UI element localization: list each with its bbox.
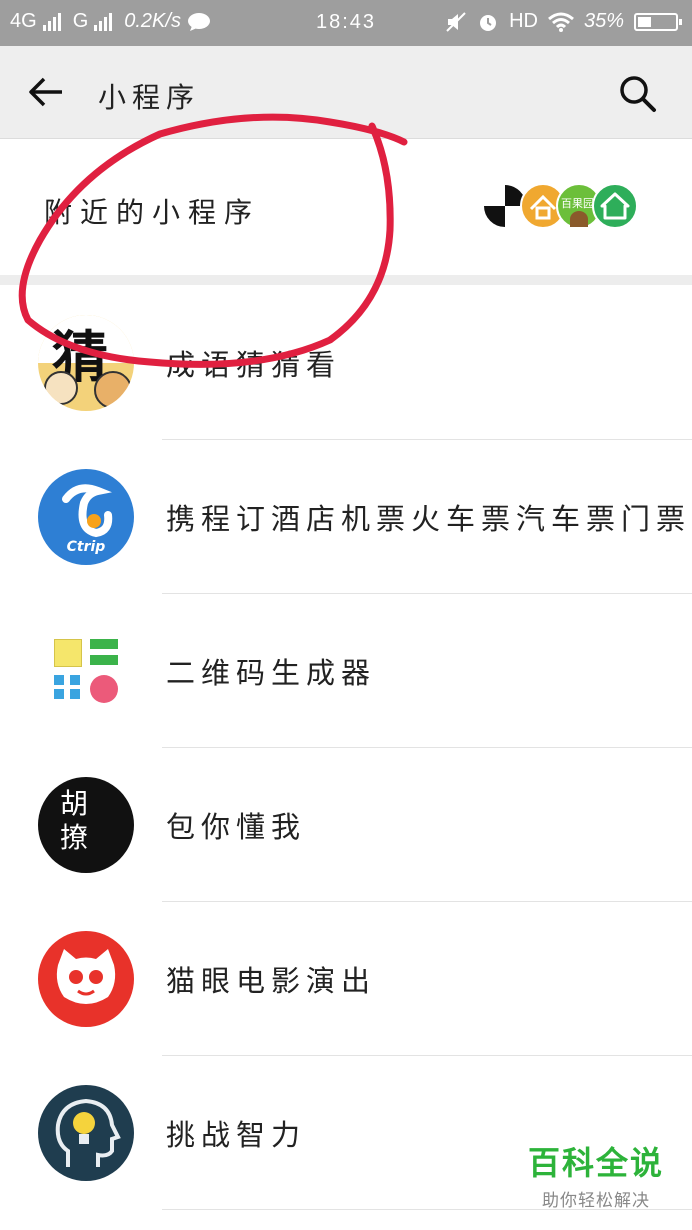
hu-liao-icon-text: 胡撩 bbox=[60, 787, 89, 854]
maoyan-cat-icon bbox=[38, 931, 134, 1027]
list-item[interactable]: 猜 成语猜猜看 bbox=[0, 286, 692, 440]
nearby-label: 附近的小程序 bbox=[44, 196, 261, 229]
title-bar: 小程序 bbox=[0, 46, 692, 139]
qr-generator-icon bbox=[38, 623, 134, 719]
page-title: 小程序 bbox=[98, 81, 201, 114]
status-bar: 4G G 0.2K/s 18:43 HD 35% bbox=[0, 0, 692, 46]
brain-bulb-icon bbox=[38, 1085, 134, 1181]
idiom-guess-icon: 猜 bbox=[38, 315, 134, 411]
wifi-icon bbox=[548, 12, 574, 32]
ctrip-icon-text: Ctrip bbox=[66, 539, 106, 555]
list-item-label: 成语猜猜看 bbox=[166, 348, 342, 382]
battery-percent: 35% bbox=[583, 10, 624, 32]
ctrip-icon: Ctrip bbox=[38, 469, 134, 565]
arrow-left-icon[interactable] bbox=[26, 74, 66, 110]
list-item[interactable]: Ctrip 携程订酒店机票火车票汽车票门票 bbox=[0, 440, 692, 594]
list-item-label: 携程订酒店机票火车票汽车票门票 bbox=[166, 502, 692, 536]
section-divider bbox=[0, 275, 692, 285]
list-item[interactable]: 二维码生成器 bbox=[0, 594, 692, 748]
home-green-icon bbox=[592, 183, 638, 229]
hd-indicator: HD bbox=[509, 10, 538, 32]
list-item-label: 二维码生成器 bbox=[166, 656, 377, 690]
search-icon[interactable] bbox=[616, 72, 658, 114]
list-item-label: 猫眼电影演出 bbox=[166, 964, 377, 998]
list-item-label: 包你懂我 bbox=[166, 810, 307, 844]
battery-icon bbox=[634, 12, 682, 31]
watermark-subtitle: 助你轻松解决 bbox=[542, 1191, 650, 1211]
list-item[interactable]: 猫眼电影演出 bbox=[0, 902, 692, 1056]
list-item[interactable]: 胡撩 包你懂我 bbox=[0, 748, 692, 902]
watermark-title: 百科全说 bbox=[527, 1144, 664, 1182]
alarm-clock-icon bbox=[480, 14, 497, 31]
watermark: 百科全说 助你轻松解决 bbox=[516, 1138, 676, 1211]
hu-liao-icon: 胡撩 bbox=[38, 777, 134, 873]
mute-icon bbox=[446, 11, 466, 32]
fruit-garden-text: 百果园 bbox=[561, 197, 594, 210]
list-item-label: 挑战智力 bbox=[166, 1118, 307, 1152]
